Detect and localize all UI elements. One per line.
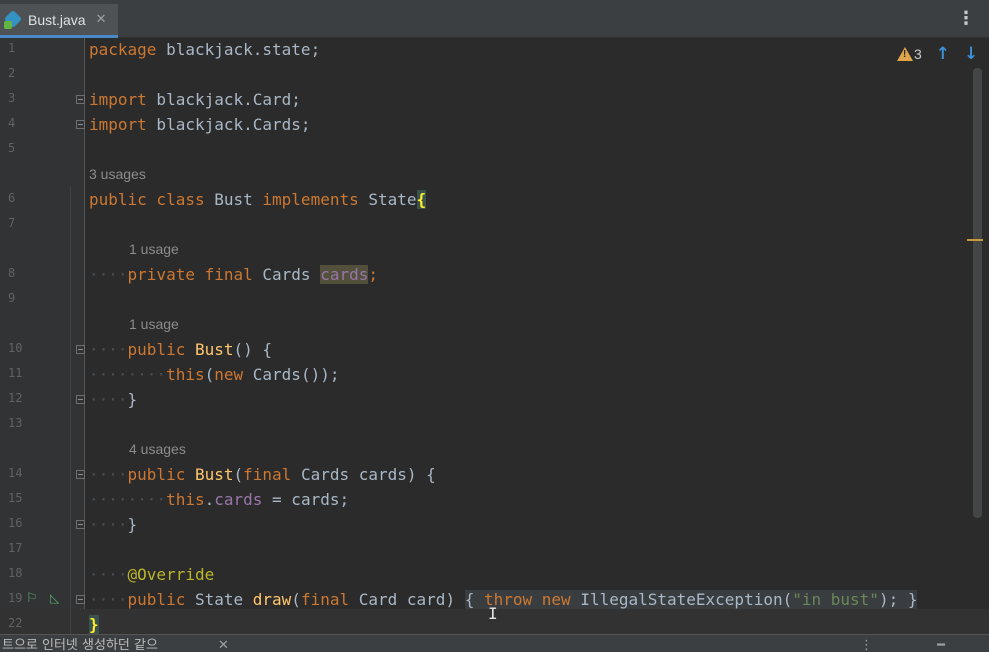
line-number: 3 <box>8 91 16 105</box>
more-options-icon[interactable]: ⋮ <box>957 10 975 28</box>
line-number: 14 <box>8 466 23 480</box>
usages-hint[interactable]: 1 usage <box>129 237 179 262</box>
fold-toggle[interactable] <box>76 95 85 104</box>
usages-hint[interactable]: 3 usages <box>89 162 146 187</box>
fold-toggle[interactable] <box>76 470 85 479</box>
inspection-widget[interactable]: 3 ↑ ↓ <box>897 44 978 64</box>
close-icon[interactable]: ✕ <box>218 635 229 652</box>
error-stripe-marker[interactable] <box>967 239 983 241</box>
usages-hint[interactable]: 4 usages <box>129 437 186 462</box>
code-line-6: public class Bust implements State{ <box>89 190 427 209</box>
line-number: 1 <box>8 41 16 55</box>
line-number: 6 <box>8 191 16 205</box>
line-number: 8 <box>8 266 16 280</box>
next-highlight-arrow-icon[interactable]: ↓ <box>964 44 978 64</box>
previous-highlight-arrow-icon[interactable]: ↑ <box>936 44 950 64</box>
code-line-1: package blackjack.state; <box>89 40 321 59</box>
run-gutter-icon[interactable]: ⚐ <box>26 591 38 606</box>
code-line-15: ········this.cards = cards; <box>89 490 350 509</box>
line-number: 10 <box>8 341 23 355</box>
code-line-4: import blackjack.Cards; <box>89 115 311 134</box>
warnings-indicator[interactable]: 3 <box>897 46 922 62</box>
code-line-14: ····public Bust(final Cards cards) { <box>89 465 436 484</box>
code-line-8: ····private final Cards cards; <box>89 265 379 284</box>
line-number: 12 <box>8 391 23 405</box>
code-line-10: ····public Bust() { <box>89 340 273 359</box>
line-number: 4 <box>8 116 16 130</box>
warning-icon <box>897 47 913 61</box>
line-number: 5 <box>8 141 16 155</box>
line-number: 13 <box>8 416 23 430</box>
line-number: 17 <box>8 541 23 555</box>
fold-toggle[interactable] <box>76 120 85 129</box>
override-gutter-icon[interactable]: ◺ <box>50 591 59 605</box>
vertical-scrollbar[interactable] <box>973 68 982 518</box>
line-number: 22 <box>8 616 23 630</box>
bottom-options-icon[interactable]: ⋮ ━ <box>860 635 975 652</box>
line-number: 9 <box>8 291 16 305</box>
code-line-19: ····public State draw(final Card card) {… <box>89 590 918 609</box>
editor-tab-bar: Bust.java ✕ ⋮ <box>0 0 989 38</box>
java-class-icon <box>3 9 23 29</box>
bottom-tab-label[interactable]: 트으로 인터넷 생성하던 같으 <box>2 638 158 652</box>
usages-hint[interactable]: 1 usage <box>129 312 179 337</box>
code-line-16: ····} <box>89 515 138 534</box>
bottom-tool-strip: 트으로 인터넷 생성하던 같으 ✕ ⋮ ━ <box>0 634 989 652</box>
close-tab-icon[interactable]: ✕ <box>96 12 107 27</box>
text-cursor-icon: I <box>488 604 498 623</box>
collapsed-region[interactable]: { throw new IllegalStateException("in bu… <box>464 590 918 609</box>
code-line-3: import blackjack.Card; <box>89 90 301 109</box>
line-number: 16 <box>8 516 23 530</box>
fold-toggle[interactable] <box>76 395 85 404</box>
line-number: 15 <box>8 491 23 505</box>
fold-toggle[interactable] <box>76 595 85 604</box>
tab-label: Bust.java <box>28 11 86 28</box>
line-number: 2 <box>8 66 16 80</box>
code-line-18: ····@Override <box>89 565 215 584</box>
code-line-12: ····} <box>89 390 138 409</box>
code-line-11: ········this(new Cards()); <box>89 365 340 384</box>
fold-toggle[interactable] <box>76 345 85 354</box>
tab-bust-java[interactable]: Bust.java ✕ <box>0 4 118 38</box>
line-number: 18 <box>8 566 23 580</box>
fold-toggle[interactable] <box>76 520 85 529</box>
warning-count: 3 <box>914 46 922 62</box>
line-number: 11 <box>8 366 23 380</box>
line-number: 7 <box>8 216 16 230</box>
